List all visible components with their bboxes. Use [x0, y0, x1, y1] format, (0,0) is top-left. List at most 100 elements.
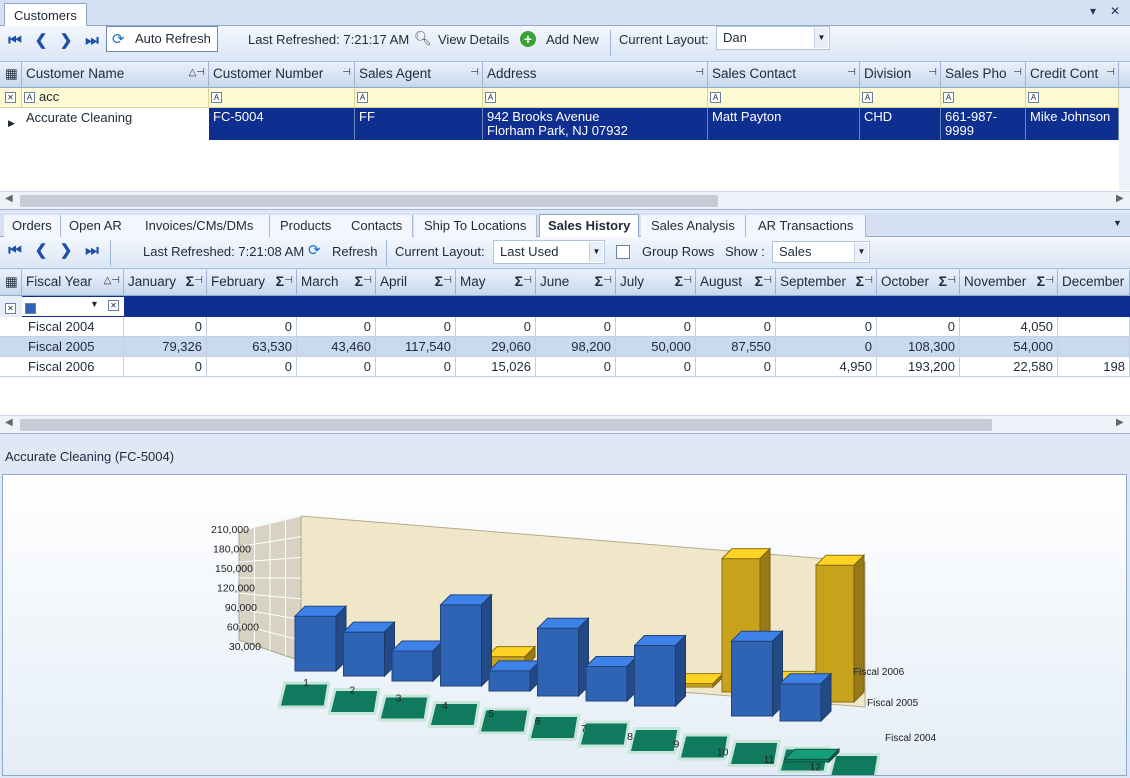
view-details-button[interactable]: View Details: [438, 32, 509, 47]
group-rows-checkbox[interactable]: [616, 245, 630, 259]
column-header-december[interactable]: December: [1058, 270, 1130, 296]
column-header-customer-name[interactable]: Customer Name △⊣: [22, 62, 209, 88]
month-value-cell: 0: [536, 357, 616, 377]
last-record-icon[interactable]: ⏭: [82, 241, 102, 261]
month-value-cell: 0: [207, 357, 297, 377]
previous-record-icon[interactable]: ❮: [31, 31, 51, 51]
scroll-right-icon[interactable]: ▶: [1116, 417, 1124, 428]
column-header-january[interactable]: January Σ ⊣: [124, 270, 207, 296]
column-chooser-icon[interactable]: ▦: [0, 270, 22, 296]
tab-products[interactable]: Products: [270, 215, 343, 237]
column-header-october[interactable]: October Σ ⊣: [877, 270, 960, 296]
fiscal-year-filter-input[interactable]: ▼ ✕: [22, 297, 124, 316]
filter-operator-icon: A: [24, 92, 35, 104]
next-record-icon[interactable]: ❯: [56, 31, 76, 51]
customer-number-filter-input[interactable]: A: [209, 88, 355, 107]
x-tick-label: 2: [349, 685, 355, 697]
show-select[interactable]: Sales ▼: [772, 241, 870, 263]
tab-ar-transactions[interactable]: AR Transactions: [746, 215, 867, 237]
column-header-sales-agent[interactable]: Sales Agent ⊣: [355, 62, 483, 88]
customers-horizontal-scrollbar[interactable]: ◀ ▶: [0, 191, 1130, 209]
tab-sales-analysis[interactable]: Sales Analysis: [641, 215, 746, 237]
refresh-icon: ⟳: [112, 31, 125, 48]
column-header-sales-phone[interactable]: Sales Pho ⊣: [941, 62, 1026, 88]
column-header-february[interactable]: February Σ ⊣: [207, 270, 297, 296]
column-header-september[interactable]: September Σ ⊣: [776, 270, 877, 296]
scroll-right-icon[interactable]: ▶: [1116, 193, 1124, 204]
floor-tile-fiscal-2004: [477, 707, 531, 735]
tab-customers[interactable]: Customers: [4, 3, 87, 27]
first-record-icon[interactable]: ⏮: [5, 241, 25, 261]
scroll-left-icon[interactable]: ◀: [5, 417, 13, 428]
y-tick-label: 210,000: [211, 524, 249, 536]
history-layout-select[interactable]: Last Used ▼: [493, 240, 605, 264]
bar-fiscal-2005: [391, 650, 434, 682]
pin-dropdown-icon[interactable]: ▾: [1090, 4, 1096, 18]
customer-name-filter-input[interactable]: Aacc: [22, 88, 209, 107]
toolbar-separator: [110, 240, 111, 266]
column-header-may[interactable]: May Σ ⊣: [456, 270, 536, 296]
customers-header-row: ▦ Customer Name △⊣ Customer Number ⊣ Sales…: [0, 62, 1130, 88]
clear-filter-icon[interactable]: ✕: [0, 88, 22, 107]
x-tick-label: 10: [717, 746, 729, 758]
tab-contacts[interactable]: Contacts: [341, 215, 414, 237]
column-header-november[interactable]: November Σ ⊣: [960, 270, 1058, 296]
last-record-icon[interactable]: ⏭: [82, 31, 102, 51]
customer-number-cell: FC-5004: [209, 108, 355, 140]
scrollbar-thumb[interactable]: [20, 419, 992, 431]
clear-filter-icon[interactable]: ✕: [0, 296, 22, 317]
scrollbar-thumb[interactable]: [20, 195, 718, 207]
tab-invoices[interactable]: Invoices/CMs/DMs: [129, 215, 271, 237]
tab-ship-to-locations[interactable]: Ship To Locations: [414, 215, 538, 237]
credit-contact-filter-input[interactable]: A: [1026, 88, 1119, 107]
month-value-cell: 0: [696, 317, 776, 337]
chevron-down-icon: ▼: [814, 28, 828, 48]
column-header-address[interactable]: Address ⊣: [483, 62, 708, 88]
column-header-customer-number[interactable]: Customer Number ⊣: [209, 62, 355, 88]
next-record-icon[interactable]: ❯: [56, 241, 76, 261]
table-row[interactable]: ▶ Accurate Cleaning FC-5004 FF 942 Brook…: [0, 108, 1130, 140]
column-header-june[interactable]: June Σ ⊣: [536, 270, 616, 296]
column-header-fiscal-year[interactable]: Fiscal Year △⊣: [22, 270, 124, 296]
column-header-august[interactable]: August Σ ⊣: [696, 270, 776, 296]
first-record-icon[interactable]: ⏮: [5, 31, 25, 51]
column-header-july[interactable]: July Σ ⊣: [616, 270, 696, 296]
add-new-button[interactable]: Add New: [546, 32, 599, 47]
sales-phone-filter-input[interactable]: A: [941, 88, 1026, 107]
current-layout-label: Current Layout:: [395, 244, 485, 259]
sales-contact-filter-input[interactable]: A: [708, 88, 860, 107]
division-filter-input[interactable]: A: [860, 88, 941, 107]
series-label: Fiscal 2004: [885, 733, 937, 744]
sales-history-grid: ▦ Fiscal Year △⊣ January Σ ⊣ February Σ ⊣ Mar…: [0, 270, 1130, 434]
month-value-cell: 0: [696, 357, 776, 377]
previous-record-icon[interactable]: ❮: [31, 241, 51, 261]
month-value-cell: 87,550: [696, 337, 776, 357]
history-horizontal-scrollbar[interactable]: ◀ ▶: [0, 415, 1130, 433]
sales-agent-filter-input[interactable]: A: [355, 88, 483, 107]
column-header-april[interactable]: April Σ ⊣: [376, 270, 456, 296]
chevron-down-icon: ▼: [90, 299, 99, 309]
auto-refresh-button[interactable]: ⟳ Auto Refresh: [106, 26, 218, 52]
column-header-division[interactable]: Division ⊣: [860, 62, 941, 88]
selected-row-cells[interactable]: FC-5004 FF 942 Brooks Avenue Florham Park…: [209, 108, 1119, 140]
tab-open-ar[interactable]: Open AR: [61, 215, 131, 237]
address-filter-input[interactable]: A: [483, 88, 708, 107]
x-tick-label: 1: [303, 677, 309, 689]
scroll-left-icon[interactable]: ◀: [5, 193, 13, 204]
customer-name-cell[interactable]: Accurate Cleaning: [22, 108, 209, 140]
column-chooser-icon[interactable]: ▦: [0, 62, 22, 88]
month-value-cell: 117,540: [376, 337, 456, 357]
column-header-march[interactable]: March Σ ⊣: [297, 270, 376, 296]
column-header-sales-contact[interactable]: Sales Contact ⊣: [708, 62, 860, 88]
month-value-cell: 0: [297, 357, 376, 377]
tab-sales-history[interactable]: Sales History: [539, 214, 640, 238]
close-icon[interactable]: ✕: [1110, 4, 1120, 18]
vertical-scrollbar[interactable]: [1119, 88, 1130, 190]
refresh-icon: ⟳: [308, 242, 321, 259]
month-value-cell: 43,460: [297, 337, 376, 357]
tab-orders[interactable]: Orders: [4, 215, 61, 237]
current-layout-select[interactable]: Dan ▼: [716, 26, 830, 50]
column-header-credit-contact[interactable]: Credit Cont ⊣: [1026, 62, 1119, 88]
refresh-button[interactable]: Refresh: [332, 244, 378, 259]
tab-overflow-icon[interactable]: ▼: [1113, 218, 1122, 228]
